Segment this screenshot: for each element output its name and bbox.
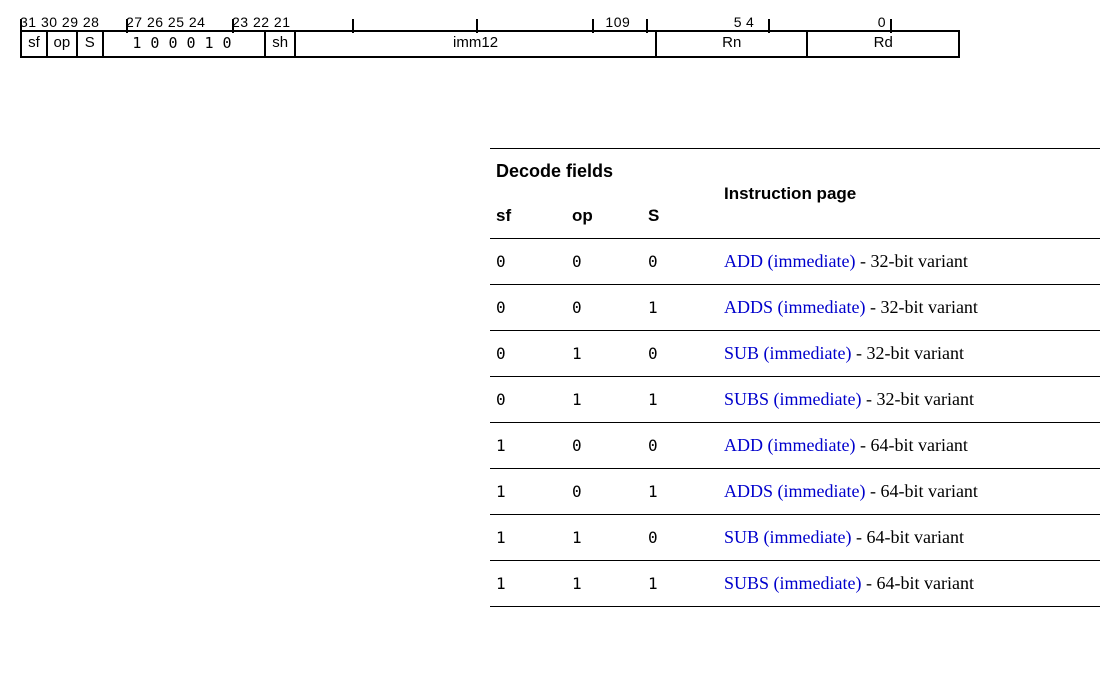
cell-S: 0	[642, 423, 718, 469]
cell-S: 1	[642, 469, 718, 515]
table-row: 101ADDS (immediate) - 64-bit variant	[490, 469, 1100, 515]
cell-sf: 0	[490, 377, 566, 423]
cell-instruction: ADDS (immediate) - 64-bit variant	[718, 469, 1100, 515]
cell-op: 1	[566, 331, 642, 377]
cell-S: 0	[642, 239, 718, 285]
instruction-link[interactable]: ADDS (immediate)	[724, 481, 865, 501]
variant-text: - 64-bit variant	[855, 435, 967, 455]
cell-instruction: ADD (immediate) - 64-bit variant	[718, 423, 1100, 469]
cell-S: 0	[642, 331, 718, 377]
variant-text: - 64-bit variant	[862, 573, 974, 593]
table-row: 010SUB (immediate) - 32-bit variant	[490, 331, 1100, 377]
field-S: S	[78, 32, 104, 56]
instruction-link[interactable]: ADD (immediate)	[724, 435, 855, 455]
cell-sf: 0	[490, 331, 566, 377]
field-imm12: imm12	[296, 32, 657, 56]
table-row: 000ADD (immediate) - 32-bit variant	[490, 239, 1100, 285]
cell-S: 1	[642, 561, 718, 607]
field-op: op	[48, 32, 78, 56]
cell-S: 1	[642, 377, 718, 423]
instruction-link[interactable]: SUBS (immediate)	[724, 573, 862, 593]
cell-op: 1	[566, 515, 642, 561]
cell-op: 0	[566, 469, 642, 515]
instruction-page-header: Instruction page	[718, 149, 1100, 239]
cell-op: 0	[566, 239, 642, 285]
bits-31-28: 31 30 29 28	[20, 14, 126, 30]
cell-instruction: SUB (immediate) - 64-bit variant	[718, 515, 1100, 561]
field-row: sf op S 100010 sh imm12 Rn Rd	[20, 30, 960, 58]
col-sf: sf	[490, 194, 566, 239]
cell-instruction: ADDS (immediate) - 32-bit variant	[718, 285, 1100, 331]
variant-text: - 32-bit variant	[865, 297, 977, 317]
bit-5: 5	[646, 14, 746, 30]
bits-27-24: 27 26 25 24	[126, 14, 232, 30]
field-sh: sh	[266, 32, 296, 56]
cell-sf: 1	[490, 469, 566, 515]
cell-S: 1	[642, 285, 718, 331]
cell-instruction: ADD (immediate) - 32-bit variant	[718, 239, 1100, 285]
field-sf: sf	[22, 32, 48, 56]
bit-10: 10	[592, 14, 622, 30]
field-fixed: 100010	[104, 32, 266, 56]
cell-op: 1	[566, 561, 642, 607]
cell-sf: 1	[490, 561, 566, 607]
bit-0: 0	[768, 14, 890, 30]
cell-instruction: SUB (immediate) - 32-bit variant	[718, 331, 1100, 377]
table-row: 111SUBS (immediate) - 64-bit variant	[490, 561, 1100, 607]
variant-text: - 32-bit variant	[855, 251, 967, 271]
variant-text: - 64-bit variant	[865, 481, 977, 501]
table-row: 011SUBS (immediate) - 32-bit variant	[490, 377, 1100, 423]
cell-op: 0	[566, 423, 642, 469]
field-Rn: Rn	[657, 32, 809, 56]
instruction-link[interactable]: SUBS (immediate)	[724, 389, 862, 409]
decode-fields-header: Decode fields	[490, 149, 718, 195]
table-row: 100ADD (immediate) - 64-bit variant	[490, 423, 1100, 469]
cell-instruction: SUBS (immediate) - 64-bit variant	[718, 561, 1100, 607]
bit-number-row: 31 30 29 28 27 26 25 24 23 22 21 10 9 5 …	[20, 10, 960, 30]
col-S: S	[642, 194, 718, 239]
cell-instruction: SUBS (immediate) - 32-bit variant	[718, 377, 1100, 423]
instruction-link[interactable]: SUB (immediate)	[724, 527, 851, 547]
instruction-link[interactable]: SUB (immediate)	[724, 343, 851, 363]
cell-sf: 1	[490, 423, 566, 469]
cell-op: 1	[566, 377, 642, 423]
cell-S: 0	[642, 515, 718, 561]
cell-sf: 0	[490, 285, 566, 331]
variant-text: - 64-bit variant	[851, 527, 963, 547]
variant-text: - 32-bit variant	[851, 343, 963, 363]
cell-sf: 1	[490, 515, 566, 561]
instruction-link[interactable]: ADDS (immediate)	[724, 297, 865, 317]
decode-table: Decode fields Instruction page sf op S 0…	[490, 148, 1100, 607]
cell-op: 0	[566, 285, 642, 331]
cell-sf: 0	[490, 239, 566, 285]
table-row: 110SUB (immediate) - 64-bit variant	[490, 515, 1100, 561]
encoding-diagram: 31 30 29 28 27 26 25 24 23 22 21 10 9 5 …	[20, 10, 960, 58]
bit-4: 4	[746, 14, 768, 30]
col-op: op	[566, 194, 642, 239]
table-row: 001ADDS (immediate) - 32-bit variant	[490, 285, 1100, 331]
field-Rd: Rd	[808, 32, 958, 56]
bits-23-21: 23 22 21	[232, 14, 352, 30]
instruction-link[interactable]: ADD (immediate)	[724, 251, 855, 271]
variant-text: - 32-bit variant	[862, 389, 974, 409]
bit-9: 9	[622, 14, 646, 30]
